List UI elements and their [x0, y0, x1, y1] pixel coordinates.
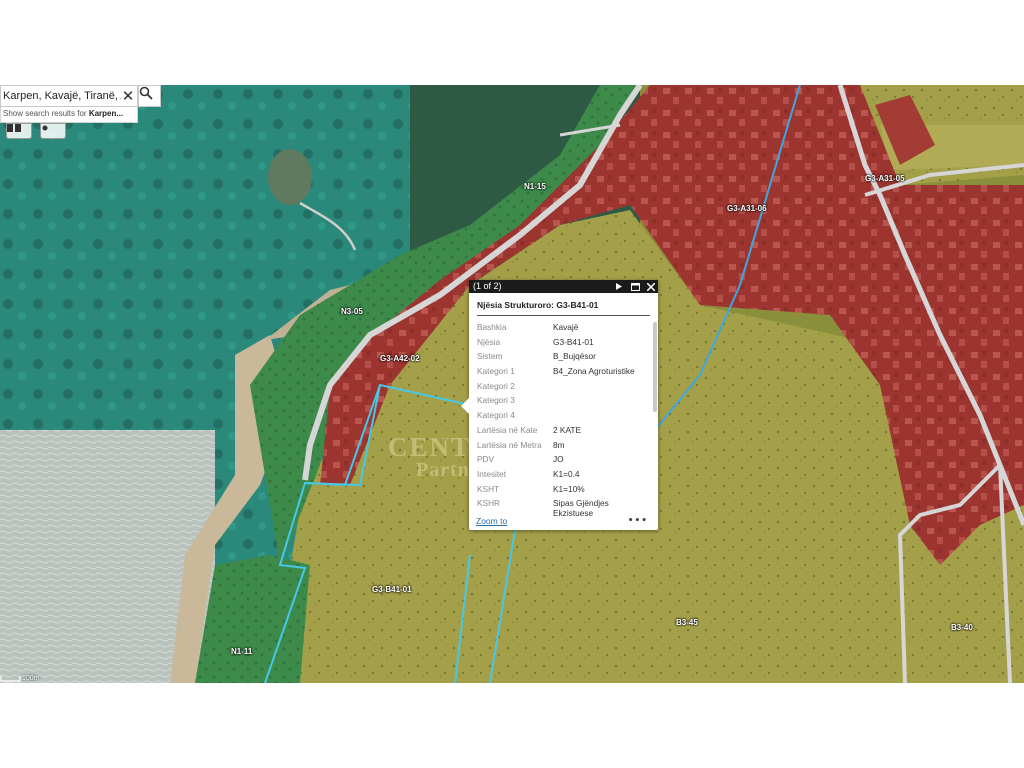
attribute-row: KSHT K1=10% [477, 482, 650, 497]
attribute-value: 8m [553, 439, 565, 450]
attribute-value: G3-B41-01 [553, 336, 594, 347]
attribute-row: Bashkia Kavajë [477, 320, 650, 335]
attribute-row: Njësia G3-B41-01 [477, 335, 650, 350]
attribute-key: Intesitet [477, 468, 507, 479]
location-icon [42, 125, 48, 131]
attribute-key: Sistem [477, 351, 503, 362]
zone-label: G3-A31-05 [865, 174, 905, 183]
location-button[interactable] [40, 123, 66, 139]
play-icon [616, 283, 622, 290]
attribute-row: Kategori 3 [477, 393, 650, 408]
zone-label: B3-45 [676, 618, 698, 627]
layers-button[interactable] [6, 123, 32, 139]
attribute-row: Kategori 2 [477, 379, 650, 394]
popup-counter: (1 of 2) [473, 281, 502, 291]
attribute-key: Bashkia [477, 322, 507, 332]
attribute-key: Kategori 4 [477, 410, 515, 421]
maximize-icon [630, 282, 640, 291]
attribute-key: Lartësia në Metra [477, 439, 542, 450]
grid-icon [7, 124, 21, 132]
attribute-key: Kategori 2 [477, 380, 515, 391]
zone-label: G3-A31-06 [727, 204, 767, 213]
suggestion-prefix: Show search results for [3, 109, 87, 118]
zone-label: G3-A42-02 [380, 354, 420, 363]
attribute-row: Lartësia në Metra 8m [477, 438, 650, 453]
attribute-value [553, 408, 649, 423]
attribute-value: K1=0.4 [553, 468, 580, 479]
search-input[interactable] [3, 90, 121, 102]
close-icon [647, 282, 655, 291]
attribute-value: B_Bujqësor [553, 351, 596, 362]
attribute-key: Kategori 1 [477, 366, 515, 377]
popup-pointer [461, 398, 469, 414]
zone-label: B3-40 [951, 623, 973, 632]
attribute-value [553, 393, 649, 408]
attribute-key: PDV [477, 454, 495, 465]
feature-popup: (1 of 2) Njësia Strukturoro: G3-B41-01 B… [461, 280, 658, 530]
attribute-row: Kategori 1 B4_Zona Agroturistike [477, 364, 650, 379]
more-actions-button[interactable]: ••• [628, 516, 648, 526]
attribute-table: Bashkia Kavajë Njësia G3-B41-01 Sistem B_Bujq… [477, 320, 650, 518]
scale-label: 100m [22, 675, 40, 682]
attribute-key: Njësia [477, 336, 501, 347]
next-feature-button[interactable] [614, 280, 624, 293]
popup-footer: Zoom to ••• [476, 515, 648, 527]
zone-label: N3-05 [341, 307, 363, 316]
attribute-value: Kavajë [553, 322, 579, 332]
attribute-row: Lartësia në Kate 2 KATE [477, 423, 650, 438]
popup-header: (1 of 2) [469, 280, 658, 293]
attribute-row: PDV JO [477, 452, 650, 467]
attribute-key: Kategori 3 [477, 395, 515, 406]
attribute-key: Lartësia në Kate [477, 424, 538, 435]
scale-line [0, 676, 21, 682]
search-icon [139, 86, 153, 100]
search-box[interactable]: ✕ [0, 85, 138, 107]
attribute-value: JO [553, 454, 564, 465]
scale-bar: 100m [0, 675, 40, 683]
zone-label: G3-B41-01 [372, 585, 412, 594]
attribute-row: Sistem B_Bujqësor [477, 349, 650, 364]
zone-label: N1-11 [231, 647, 253, 656]
attribute-row: Kategori 4 [477, 408, 650, 423]
attribute-key: KSHT [477, 483, 500, 494]
suggestion-term: Karpen... [88, 109, 124, 118]
attribute-row: Intesitet K1=0.4 [477, 467, 650, 482]
attribute-value: K1=10% [553, 483, 585, 494]
popup-scrollbar[interactable] [653, 322, 657, 412]
popup-title: Njësia Strukturoro: G3-B41-01 [477, 300, 650, 316]
zone-label: N1-15 [524, 182, 546, 191]
search-suggestion[interactable]: Show search results for Karpen... [0, 107, 138, 123]
search-button[interactable] [138, 85, 161, 107]
maximize-button[interactable] [630, 280, 640, 293]
attribute-value: 2 KATE [553, 424, 581, 435]
attribute-value: B4_Zona Agroturistike [553, 366, 635, 377]
zoom-to-link[interactable]: Zoom to [476, 516, 507, 526]
clear-icon[interactable]: ✕ [121, 86, 135, 106]
close-popup-button[interactable] [646, 280, 656, 293]
attribute-value [553, 379, 649, 394]
